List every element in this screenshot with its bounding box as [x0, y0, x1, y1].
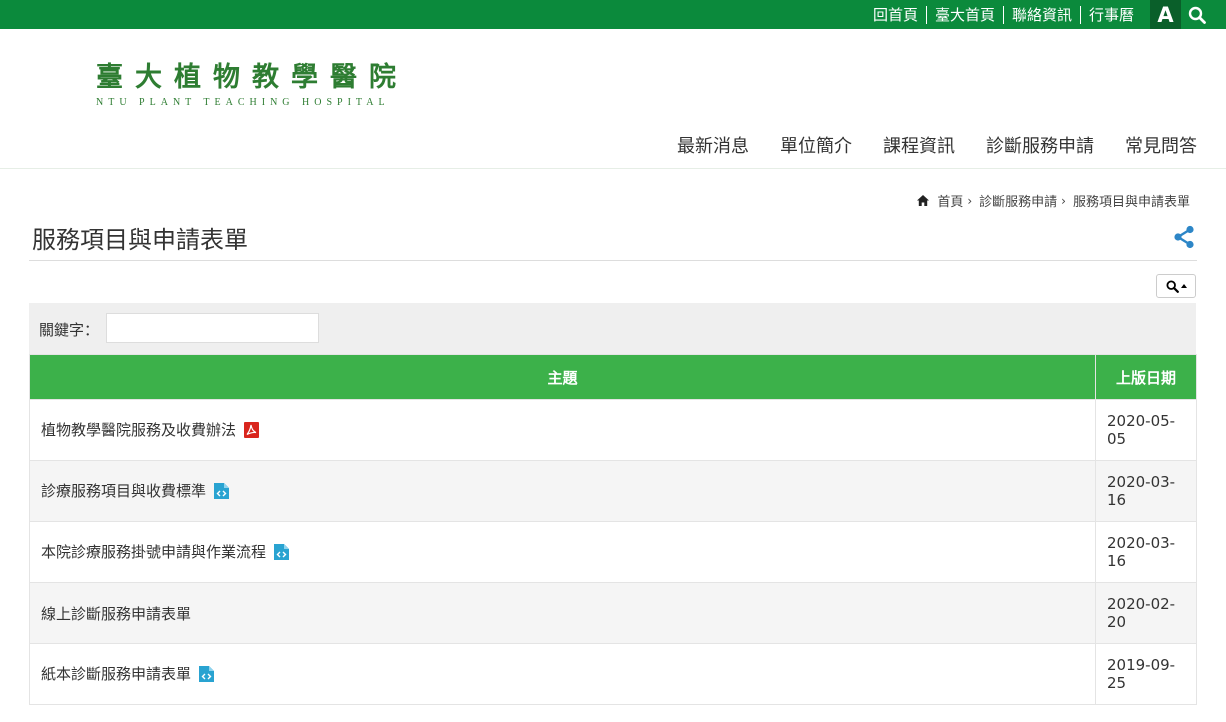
- filter-toggle-button[interactable]: [1156, 274, 1196, 298]
- keyword-filter-panel: 關鍵字：: [29, 303, 1196, 354]
- table-row: 本院診療服務掛號申請與作業流程 2020-03-16: [29, 521, 1197, 583]
- top-links: 回首頁 臺大首頁 聯絡資訊 行事曆: [865, 0, 1142, 29]
- keyword-label: 關鍵字：: [39, 321, 100, 339]
- table-header-row: 主題 上版日期: [29, 354, 1197, 400]
- search-icon: [1188, 6, 1206, 24]
- breadcrumb-separator: ›: [967, 193, 973, 208]
- top-link-ntu-home[interactable]: 臺大首頁: [925, 5, 1003, 24]
- nav-about[interactable]: 單位簡介: [780, 134, 852, 160]
- table-row: 紙本診斷服務申請表單 2019-09-25: [29, 643, 1197, 705]
- table-row: 線上診斷服務申請表單 2020-02-20: [29, 582, 1197, 644]
- topic-cell: 紙本診斷服務申請表單: [29, 643, 1096, 705]
- topic-cell: 線上診斷服務申請表單: [29, 582, 1096, 644]
- topic-cell: 本院診療服務掛號申請與作業流程: [29, 521, 1096, 583]
- document-link[interactable]: 診療服務項目與收費標準: [41, 482, 206, 500]
- top-link-calendar[interactable]: 行事曆: [1079, 5, 1142, 24]
- breadcrumb-separator: ›: [1061, 193, 1066, 208]
- logo-chinese-name: 臺大植物教學醫院: [96, 62, 408, 93]
- table-row: 診療服務項目與收費標準 2020-03-16: [29, 460, 1197, 522]
- table-row: 植物教學醫院服務及收費辦法 2020-05-05: [29, 399, 1197, 461]
- column-header-date[interactable]: 上版日期: [1095, 354, 1197, 400]
- title-divider: [29, 260, 1197, 261]
- topic-cell: 診療服務項目與收費標準: [29, 460, 1096, 522]
- date-cell: 2020-03-16: [1095, 521, 1197, 583]
- top-link-contact[interactable]: 聯絡資訊: [1002, 5, 1080, 24]
- logo-english-name: NTU PLANT TEACHING HOSPITAL: [96, 97, 390, 108]
- breadcrumb-diagnosis-service[interactable]: 診斷服務申請: [979, 191, 1057, 210]
- date-cell: 2020-03-16: [1095, 460, 1197, 522]
- html-file-icon[interactable]: [214, 482, 230, 503]
- nav-faq[interactable]: 常見問答: [1125, 134, 1197, 160]
- pdf-file-icon[interactable]: [244, 421, 260, 442]
- html-file-icon[interactable]: [274, 543, 290, 564]
- html-file-icon[interactable]: [199, 665, 215, 686]
- document-link[interactable]: 紙本診斷服務申請表單: [41, 665, 191, 683]
- keyword-input[interactable]: [106, 313, 319, 343]
- date-cell: 2020-05-05: [1095, 399, 1197, 461]
- home-icon[interactable]: [917, 195, 930, 206]
- document-link[interactable]: 植物教學醫院服務及收費辦法: [41, 421, 236, 439]
- topic-cell: 植物教學醫院服務及收費辦法: [29, 399, 1096, 461]
- nav-divider: [0, 168, 1226, 169]
- column-header-topic[interactable]: 主題: [29, 354, 1096, 400]
- top-link-home[interactable]: 回首頁: [865, 6, 926, 24]
- caret-up-icon: [1180, 284, 1187, 288]
- font-size-button[interactable]: A: [1150, 0, 1181, 29]
- document-table: 主題 上版日期 植物教學醫院服務及收費辦法 2020-05-05 診療服務項目與…: [29, 354, 1197, 705]
- date-cell: 2019-09-25: [1095, 643, 1197, 705]
- site-search-button[interactable]: [1181, 0, 1212, 29]
- nav-courses[interactable]: 課程資訊: [883, 134, 955, 160]
- breadcrumb-home[interactable]: 首頁: [937, 191, 963, 210]
- share-icon[interactable]: [1173, 225, 1195, 253]
- page-title: 服務項目與申請表單: [32, 226, 248, 254]
- breadcrumb-current: 服務項目與申請表單: [1072, 195, 1190, 210]
- search-icon: [1165, 279, 1179, 293]
- breadcrumb: 首頁 › 診斷服務申請 › 服務項目與申請表單: [917, 191, 1190, 210]
- date-cell: 2020-02-20: [1095, 582, 1197, 644]
- nav-news[interactable]: 最新消息: [677, 134, 749, 160]
- main-nav: 最新消息 單位簡介 課程資訊 診斷服務申請 常見問答: [646, 134, 1197, 160]
- document-link[interactable]: 線上診斷服務申請表單: [41, 605, 191, 623]
- site-logo[interactable]: 臺大植物教學醫院 NTU PLANT TEACHING HOSPITAL: [96, 62, 408, 112]
- document-link[interactable]: 本院診療服務掛號申請與作業流程: [41, 543, 266, 561]
- top-bar: 回首頁 臺大首頁 聯絡資訊 行事曆 A: [0, 0, 1226, 29]
- nav-diagnosis-service[interactable]: 診斷服務申請: [986, 134, 1094, 160]
